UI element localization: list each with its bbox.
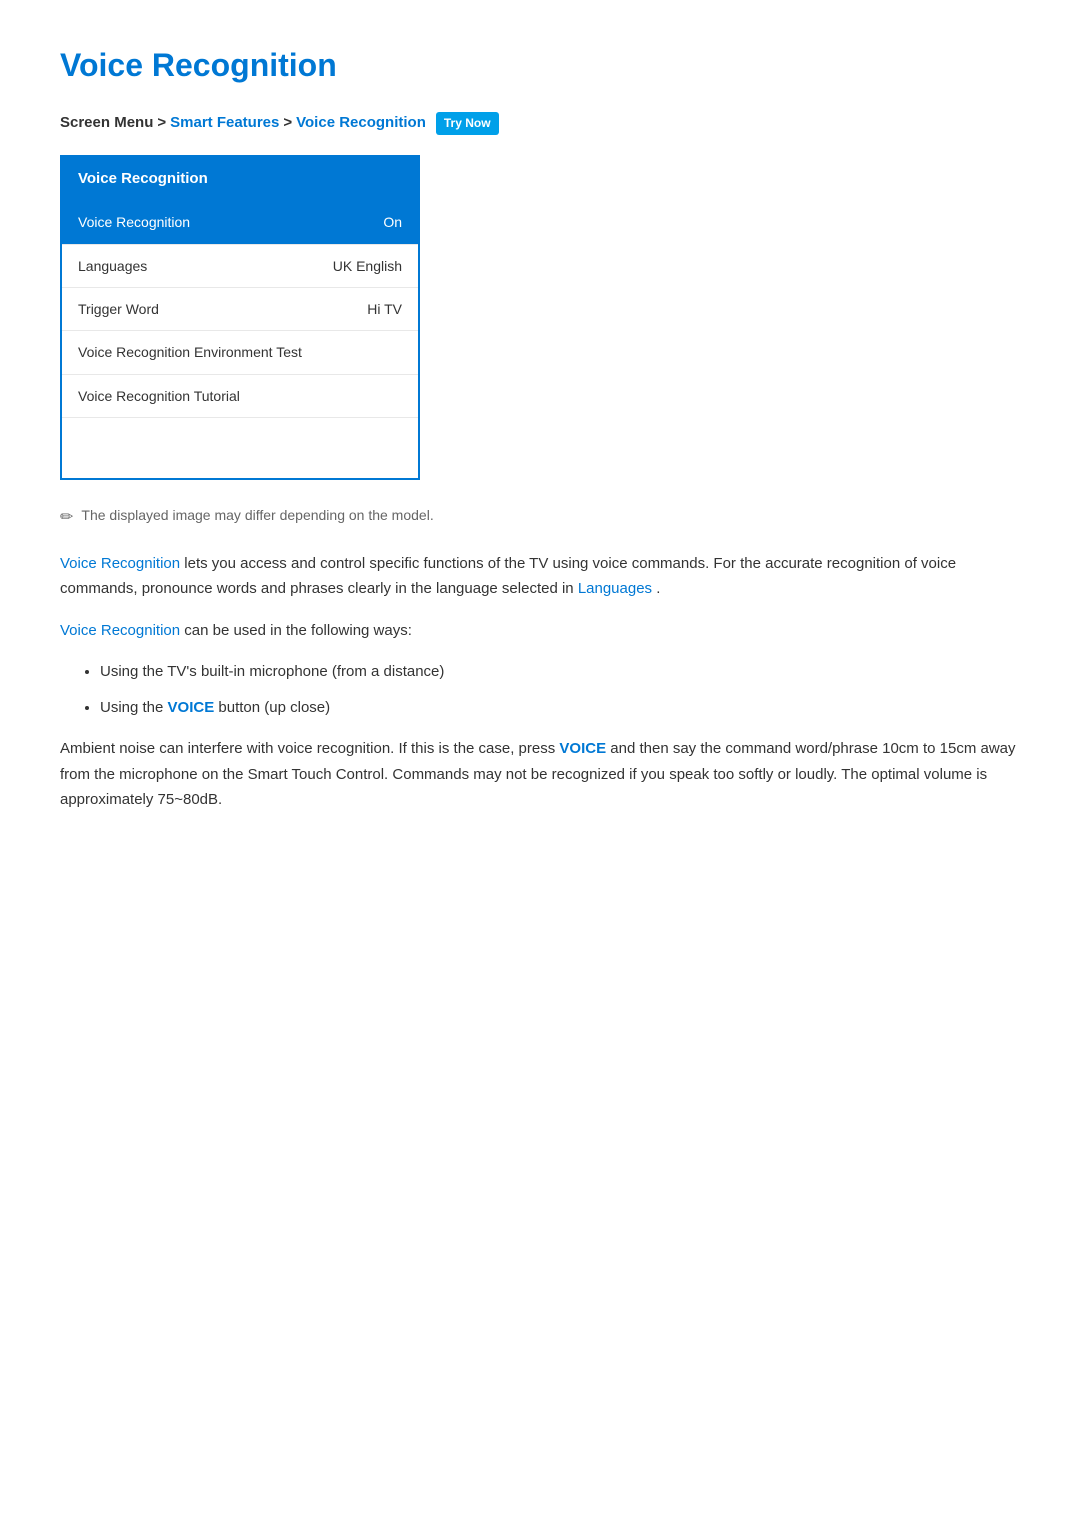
- menu-item-voice-recognition[interactable]: Voice Recognition On: [62, 201, 418, 244]
- desc3-voice: VOICE: [559, 740, 606, 757]
- bullet-item-2: Using the VOICE button (up close): [100, 695, 1020, 721]
- menu-item-value-trigger-word: Hi TV: [367, 298, 402, 320]
- bullet-1-text: Using the TV's built-in microphone (from…: [100, 663, 444, 680]
- note-row: ✏ The displayed image may differ dependi…: [60, 504, 1020, 531]
- breadcrumb-sep1: >: [157, 111, 166, 135]
- menu-item-value-languages: UK English: [333, 255, 402, 277]
- menu-item-label-languages: Languages: [78, 255, 147, 277]
- menu-panel-header: Voice Recognition: [62, 157, 418, 201]
- breadcrumb-voice-recognition[interactable]: Voice Recognition: [296, 111, 426, 135]
- description-1: Voice Recognition lets you access and co…: [60, 551, 1020, 602]
- desc2-text: can be used in the following ways:: [184, 622, 412, 639]
- bullet-2-pre: Using the: [100, 699, 168, 716]
- menu-panel: Voice Recognition Voice Recognition On L…: [60, 155, 420, 480]
- try-now-badge[interactable]: Try Now: [436, 112, 499, 135]
- bullet-2-voice: VOICE: [168, 699, 215, 716]
- menu-item-languages[interactable]: Languages UK English: [62, 245, 418, 288]
- menu-item-tutorial[interactable]: Voice Recognition Tutorial: [62, 375, 418, 418]
- desc1-text: lets you access and control specific fun…: [60, 555, 956, 598]
- desc1-end: .: [656, 580, 660, 597]
- desc1-voice-link[interactable]: Voice Recognition: [60, 555, 180, 572]
- menu-item-label-tutorial: Voice Recognition Tutorial: [78, 385, 240, 407]
- menu-item-trigger-word[interactable]: Trigger Word Hi TV: [62, 288, 418, 331]
- description-3: Ambient noise can interfere with voice r…: [60, 736, 1020, 813]
- pencil-icon: ✏: [60, 505, 73, 531]
- breadcrumb-sep2: >: [283, 111, 292, 135]
- menu-spacer: [62, 418, 418, 478]
- page-title: Voice Recognition: [60, 40, 1020, 91]
- menu-item-label-environment-test: Voice Recognition Environment Test: [78, 341, 302, 363]
- desc1-languages-link[interactable]: Languages: [578, 580, 652, 597]
- breadcrumb: Screen Menu > Smart Features > Voice Rec…: [60, 111, 1020, 135]
- menu-item-environment-test[interactable]: Voice Recognition Environment Test: [62, 331, 418, 374]
- desc3-part1: Ambient noise can interfere with voice r…: [60, 740, 559, 757]
- desc2-voice-link[interactable]: Voice Recognition: [60, 622, 180, 639]
- menu-item-label-voice-recognition: Voice Recognition: [78, 211, 190, 233]
- breadcrumb-smart-features[interactable]: Smart Features: [170, 111, 279, 135]
- note-text: The displayed image may differ depending…: [81, 504, 433, 526]
- description-2: Voice Recognition can be used in the fol…: [60, 618, 1020, 644]
- bullet-2-post: button (up close): [214, 699, 330, 716]
- breadcrumb-screen-menu: Screen Menu: [60, 111, 153, 135]
- bullet-item-1: Using the TV's built-in microphone (from…: [100, 659, 1020, 685]
- bullet-list: Using the TV's built-in microphone (from…: [100, 659, 1020, 720]
- menu-item-label-trigger-word: Trigger Word: [78, 298, 159, 320]
- menu-item-value-voice-recognition: On: [383, 211, 402, 233]
